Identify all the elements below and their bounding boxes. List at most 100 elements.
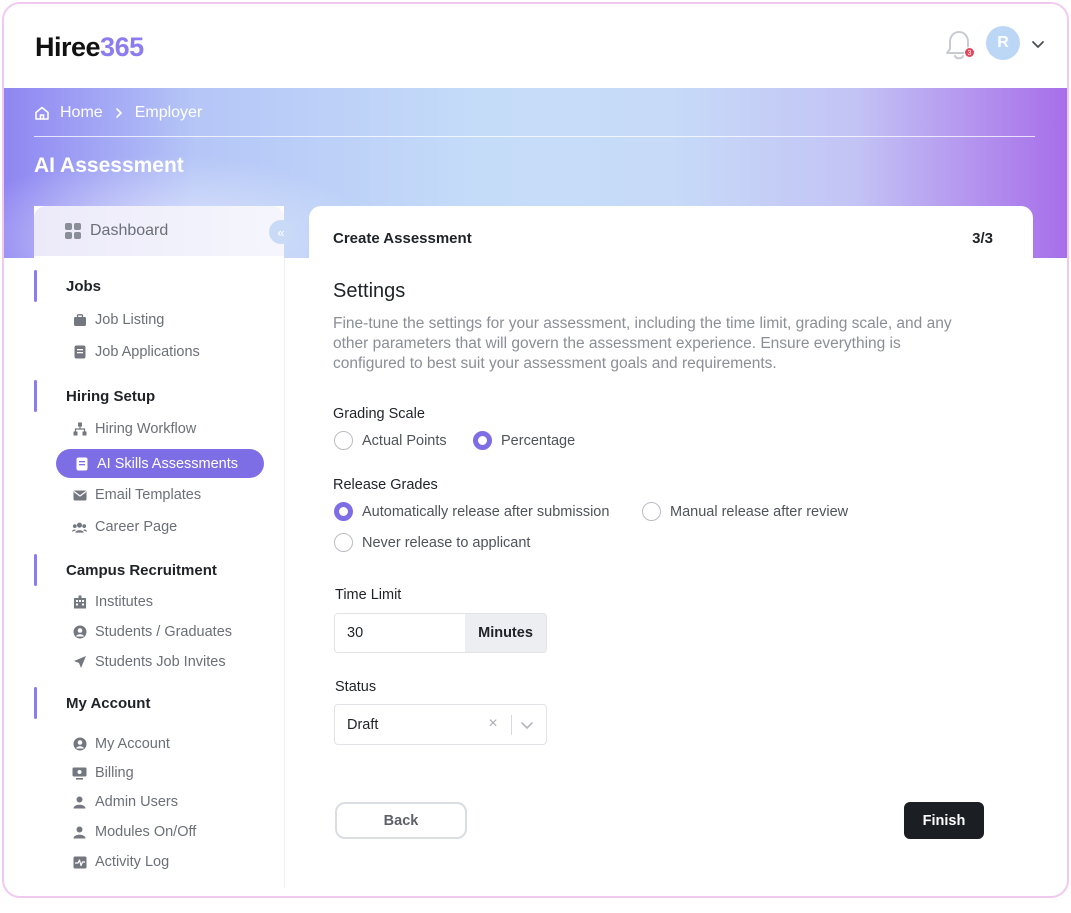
divider bbox=[34, 136, 1035, 137]
time-unit-addon: Minutes bbox=[465, 614, 546, 652]
user-circle-icon bbox=[72, 737, 87, 752]
page-title: AI Assessment bbox=[34, 154, 184, 177]
breadcrumb: Home Employer bbox=[34, 104, 202, 122]
mail-icon bbox=[72, 488, 87, 503]
section-indicator bbox=[34, 380, 37, 412]
section-description: Fine-tune the settings for your assessme… bbox=[333, 315, 952, 372]
sidebar-item-label: Email Templates bbox=[95, 487, 202, 503]
radio-circle[interactable] bbox=[334, 431, 353, 450]
sidebar-item-ai-skills-assessments[interactable]: AI Skills Assessments bbox=[56, 449, 264, 478]
sidebar-item-label: Activity Log bbox=[95, 854, 170, 870]
status-value: Draft bbox=[347, 716, 379, 733]
breadcrumb-current[interactable]: Employer bbox=[135, 104, 203, 122]
radio-percentage[interactable]: Percentage bbox=[473, 431, 575, 450]
sidebar-item-billing[interactable]: Billing bbox=[72, 760, 134, 786]
sidebar-item-label: Institutes bbox=[95, 594, 154, 610]
radio-label: Actual Points bbox=[362, 432, 447, 449]
section-indicator bbox=[34, 270, 37, 302]
sidebar-item-activity-log[interactable]: Activity Log bbox=[72, 849, 169, 875]
status-select[interactable]: Draft × bbox=[334, 704, 547, 745]
document-icon bbox=[74, 456, 89, 471]
workflow-icon bbox=[72, 422, 87, 437]
avatar[interactable]: R bbox=[986, 26, 1020, 60]
sidebar-item-label: Job Listing bbox=[95, 312, 165, 328]
sidebar-item-admin-users[interactable]: Admin Users bbox=[72, 789, 178, 815]
radio-label: Automatically release after submission bbox=[362, 503, 610, 520]
send-icon bbox=[72, 655, 87, 670]
home-icon[interactable] bbox=[34, 105, 50, 121]
section-title-hiring-setup: Hiring Setup bbox=[66, 388, 156, 405]
users-icon bbox=[72, 520, 87, 535]
user-icon bbox=[72, 795, 87, 810]
sidebar-item-career-page[interactable]: Career Page bbox=[72, 514, 177, 540]
section-indicator bbox=[34, 687, 37, 719]
logo-number: 365 bbox=[100, 32, 144, 62]
time-limit-input[interactable] bbox=[335, 614, 465, 652]
back-button[interactable]: Back bbox=[335, 802, 467, 839]
logo-text: Hiree bbox=[35, 32, 101, 62]
grading-scale-label: Grading Scale bbox=[333, 406, 425, 422]
sidebar-item-label: Job Applications bbox=[95, 344, 200, 360]
sidebar-item-modules-on-off[interactable]: Modules On/Off bbox=[72, 819, 196, 845]
breadcrumb-home[interactable]: Home bbox=[60, 104, 103, 122]
divider bbox=[284, 258, 285, 888]
top-bar: Hiree 365 3 R bbox=[4, 4, 1067, 88]
collapse-sidebar-icon[interactable]: « bbox=[269, 220, 293, 244]
section-title: Settings bbox=[333, 280, 406, 302]
sidebar-item-label: Modules On/Off bbox=[95, 824, 197, 840]
sidebar: Dashboard « Jobs Job Listing Job Applica… bbox=[34, 206, 293, 896]
sidebar-item-label: AI Skills Assessments bbox=[97, 455, 239, 472]
document-icon bbox=[72, 345, 87, 360]
sidebar-item-label: Admin Users bbox=[95, 794, 178, 810]
sidebar-item-dashboard[interactable]: Dashboard bbox=[34, 206, 284, 256]
radio-circle[interactable] bbox=[334, 502, 353, 521]
notification-badge: 3 bbox=[964, 47, 975, 58]
radio-circle[interactable] bbox=[334, 533, 353, 552]
sidebar-item-label: Students Job Invites bbox=[95, 654, 226, 670]
brand-logo[interactable]: Hiree 365 bbox=[35, 32, 144, 63]
radio-circle[interactable] bbox=[642, 502, 661, 521]
radio-label: Percentage bbox=[501, 432, 576, 449]
building-icon bbox=[72, 595, 87, 610]
billing-icon bbox=[72, 766, 87, 781]
sidebar-item-job-listing[interactable]: Job Listing bbox=[72, 307, 164, 333]
radio-manual-release[interactable]: Manual release after review bbox=[642, 502, 848, 521]
radio-label: Never release to applicant bbox=[362, 534, 531, 551]
briefcase-icon bbox=[72, 313, 87, 328]
radio-label: Manual release after review bbox=[670, 503, 849, 520]
radio-actual-points[interactable]: Actual Points bbox=[334, 431, 447, 450]
finish-button[interactable]: Finish bbox=[904, 802, 984, 839]
close-icon[interactable]: × bbox=[485, 716, 501, 732]
sidebar-item-label: Billing bbox=[95, 765, 134, 781]
assessment-card: Create Assessment 3/3 Settings Fine-tune… bbox=[309, 206, 1033, 896]
sidebar-item-students-graduates[interactable]: Students / Graduates bbox=[72, 619, 232, 645]
time-limit-label: Time Limit bbox=[335, 587, 402, 603]
chevron-right-icon bbox=[115, 108, 122, 118]
sidebar-item-label: Hiring Workflow bbox=[95, 421, 197, 437]
app-frame: Hiree 365 3 R Home Employer AI Assessment bbox=[2, 2, 1069, 898]
chevron-down-icon[interactable] bbox=[519, 717, 535, 733]
release-grades-label: Release Grades bbox=[333, 477, 438, 493]
section-title-my-account: My Account bbox=[66, 695, 151, 712]
sidebar-item-label: My Account bbox=[95, 736, 170, 752]
chevron-down-icon[interactable] bbox=[1030, 36, 1046, 52]
sidebar-item-my-account[interactable]: My Account bbox=[72, 731, 170, 757]
sidebar-item-job-applications[interactable]: Job Applications bbox=[72, 339, 200, 365]
step-indicator: 3/3 bbox=[972, 230, 993, 247]
sidebar-item-label: Students / Graduates bbox=[95, 624, 233, 640]
radio-circle[interactable] bbox=[473, 431, 492, 450]
time-limit-group: Minutes bbox=[334, 613, 547, 653]
card-header: Create Assessment bbox=[333, 230, 472, 247]
radio-never-release[interactable]: Never release to applicant bbox=[334, 533, 530, 552]
sidebar-item-email-templates[interactable]: Email Templates bbox=[72, 482, 201, 508]
sidebar-item-students-job-invites[interactable]: Students Job Invites bbox=[72, 649, 226, 675]
radio-auto-release[interactable]: Automatically release after submission bbox=[334, 502, 609, 521]
sidebar-item-hiring-workflow[interactable]: Hiring Workflow bbox=[72, 416, 196, 442]
section-indicator bbox=[34, 554, 37, 586]
sidebar-item-institutes[interactable]: Institutes bbox=[72, 589, 153, 615]
user-icon bbox=[72, 825, 87, 840]
sidebar-item-label: Career Page bbox=[95, 519, 178, 535]
status-label: Status bbox=[335, 679, 377, 695]
section-title-jobs: Jobs bbox=[66, 278, 102, 295]
dashboard-icon bbox=[65, 223, 81, 239]
